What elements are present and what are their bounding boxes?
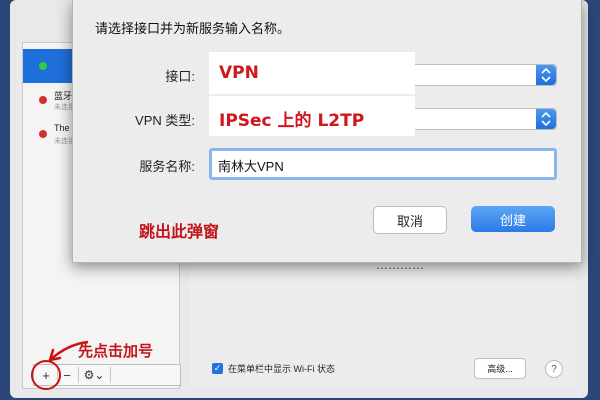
service-name: The xyxy=(54,123,70,133)
cancel-button[interactable]: 取消 xyxy=(373,206,447,234)
chevron-updown-icon xyxy=(536,65,556,85)
status-dot-red xyxy=(39,96,47,104)
wifi-status-label: 在菜单栏中显示 Wi-Fi 状态 xyxy=(228,364,335,374)
wifi-status-checkbox[interactable]: ✓ xyxy=(212,363,223,374)
status-dot-green xyxy=(39,62,47,70)
annotation-click-plus: 先点击加号 xyxy=(78,342,154,360)
divider xyxy=(110,367,111,383)
advanced-button[interactable]: 高级... xyxy=(474,358,526,379)
chevron-updown-icon xyxy=(536,109,556,129)
status-dot-red xyxy=(39,130,47,138)
create-button[interactable]: 创建 xyxy=(471,206,555,232)
gear-menu-button[interactable]: ⚙⌄ xyxy=(80,365,108,385)
divider xyxy=(78,367,79,383)
vpn-type-label: VPN 类型: xyxy=(135,113,195,128)
interface-value: VPN xyxy=(219,63,259,83)
new-service-dialog: 请选择接口并为新服务输入名称。 接口: VPN VPN 类型: IPSec 上的… xyxy=(72,0,582,263)
vpn-type-value: IPSec 上的 L2TP xyxy=(219,111,365,131)
service-name-input[interactable]: 南林大VPN xyxy=(209,148,557,180)
help-button[interactable]: ? xyxy=(545,360,563,378)
interface-label: 接口: xyxy=(165,69,195,84)
annotation-popup: 跳出此弹窗 xyxy=(139,222,220,241)
service-name: 蓝牙 xyxy=(54,91,73,101)
service-name-label: 服务名称: xyxy=(139,159,195,174)
dialog-title: 请选择接口并为新服务输入名称。 xyxy=(95,21,291,36)
service-name-value: 南林大VPN xyxy=(218,159,284,174)
